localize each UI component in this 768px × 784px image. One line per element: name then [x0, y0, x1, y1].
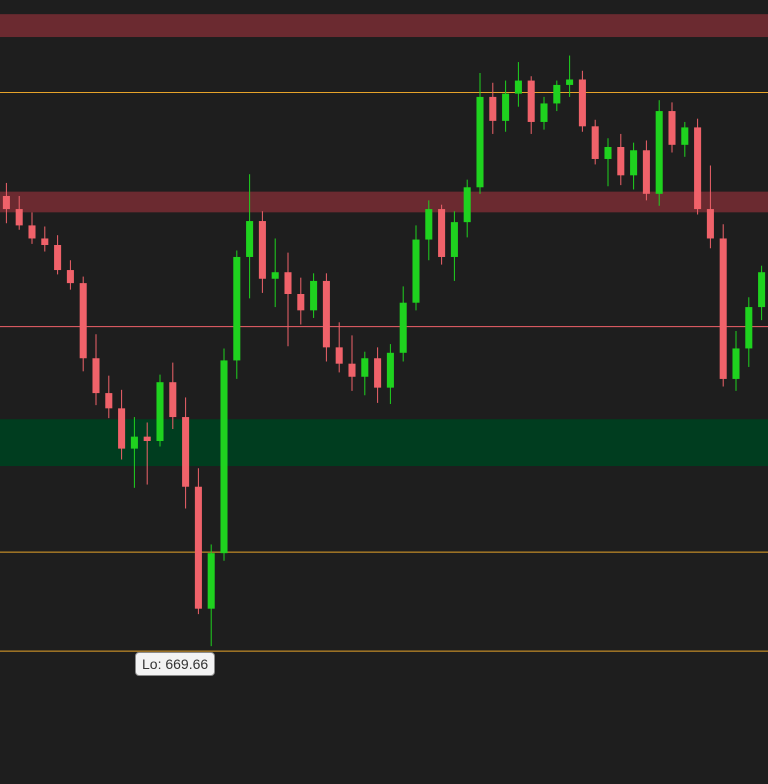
- candle-body: [591, 126, 599, 159]
- candle-body: [28, 225, 36, 239]
- candle-body: [143, 436, 151, 441]
- candle-body: [668, 111, 676, 145]
- candle-body: [348, 363, 356, 377]
- candle-body: [719, 238, 727, 379]
- candle-body: [2, 196, 10, 210]
- candle-body: [271, 272, 279, 279]
- candle-body: [54, 245, 62, 271]
- candle-body: [246, 221, 254, 257]
- candle-body: [489, 96, 497, 121]
- candle-body: [386, 352, 394, 388]
- candle-body: [604, 147, 612, 159]
- candles-layer: [2, 55, 766, 647]
- candle-body: [297, 294, 305, 311]
- candle-body: [15, 209, 23, 226]
- candle-body: [118, 408, 126, 449]
- candle-body: [502, 93, 510, 121]
- candle-body: [284, 272, 292, 294]
- candle-body: [655, 111, 663, 194]
- candle-body: [220, 360, 228, 554]
- candle-body: [258, 221, 266, 279]
- candle-body: [438, 209, 446, 257]
- candle-body: [233, 256, 241, 361]
- candle-body: [566, 79, 574, 85]
- candle-body: [92, 358, 100, 394]
- candle-body: [681, 127, 689, 145]
- candle-body: [207, 553, 215, 609]
- candle-body: [322, 280, 330, 348]
- candle-body: [130, 436, 138, 449]
- candle-body: [156, 382, 164, 441]
- candle-body: [463, 187, 471, 223]
- candle-body: [41, 238, 49, 245]
- chart-plot-area[interactable]: [0, 0, 768, 784]
- candle-body: [194, 486, 202, 609]
- candle-body: [79, 283, 87, 359]
- candle-body: [412, 239, 420, 303]
- candle-body: [374, 358, 382, 388]
- candlestick-chart[interactable]: Lo: 669.66: [0, 0, 768, 784]
- support-zone-2: [0, 419, 768, 467]
- candle-body: [578, 79, 586, 127]
- candle-body: [476, 96, 484, 188]
- candle-body: [425, 209, 433, 240]
- candle-body: [169, 382, 177, 418]
- candle-body: [732, 348, 740, 379]
- low-price-label: Lo: 669.66: [135, 652, 216, 676]
- zones-layer: [0, 14, 768, 467]
- candle-body: [758, 272, 766, 308]
- candle-body: [553, 84, 561, 104]
- candle-body: [527, 80, 535, 122]
- candle-body: [310, 280, 318, 311]
- candle-body: [642, 150, 650, 194]
- candle-body: [335, 347, 343, 364]
- candle-body: [706, 209, 714, 239]
- candle-body: [361, 358, 369, 377]
- candle-body: [694, 127, 702, 210]
- levels-layer: [0, 92, 768, 652]
- candle-body: [514, 80, 522, 94]
- candle-body: [630, 150, 638, 176]
- resistance-zone-0: [0, 14, 768, 38]
- resistance-zone-1: [0, 191, 768, 213]
- candle-body: [182, 417, 190, 487]
- candle-body: [66, 270, 74, 284]
- candle-body: [745, 307, 753, 349]
- candle-body: [450, 222, 458, 257]
- candle-body: [399, 302, 407, 353]
- candle-body: [540, 103, 548, 122]
- candle-body: [105, 393, 113, 409]
- candle-body: [617, 147, 625, 176]
